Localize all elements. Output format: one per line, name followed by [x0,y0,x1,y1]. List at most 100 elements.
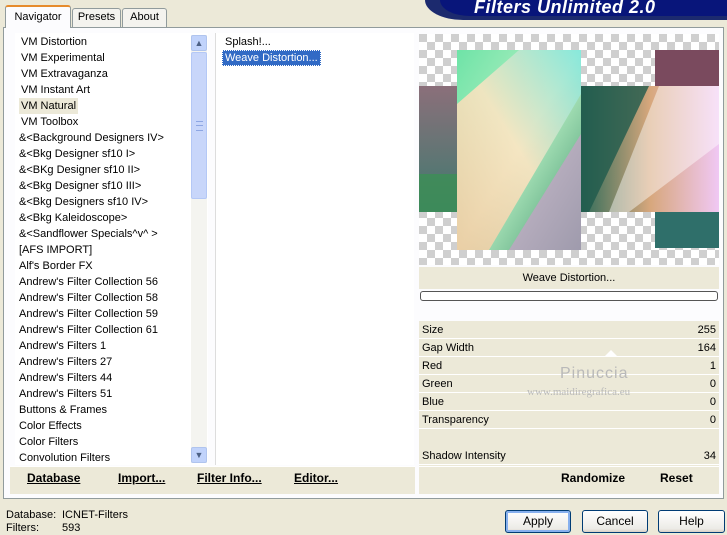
category-label: Color Effects [19,420,82,432]
category-item[interactable]: Alf's Border FX [15,258,208,274]
category-label: Andrew's Filter Collection 59 [19,308,159,320]
param-label: Red [422,360,443,372]
category-item[interactable]: &<Sandflower Specials^v^ > [15,226,208,242]
category-item[interactable]: [AFS IMPORT] [15,242,208,258]
category-item[interactable]: VM Natural [15,98,208,114]
database-info-value: ICNET-Filters [62,509,128,521]
category-item[interactable]: Color Effects [15,418,208,434]
category-item[interactable]: Andrew's Filter Collection 61 [15,322,208,338]
filter-list[interactable]: Splash!... Weave Distortion... [215,33,414,465]
param-label: Gap Width [422,342,474,354]
category-item[interactable]: Andrew's Filters 51 [15,386,208,402]
slider-arrow-icon [604,350,618,357]
apply-button[interactable]: Apply [505,510,571,533]
category-label: Andrew's Filter Collection 61 [19,324,159,336]
category-item[interactable]: &<BKg Designer sf10 II> [15,162,208,178]
category-label: [AFS IMPORT] [19,244,93,256]
param-value[interactable]: 0 [710,375,716,393]
category-item[interactable]: Color Filters [15,434,208,450]
category-list[interactable]: VM Distortion VM Experimental VM Extravaga… [15,33,208,465]
category-label: Andrew's Filters 27 [19,356,113,368]
param-label: Green [422,378,453,390]
category-label: Color Filters [19,436,79,448]
tab-presets[interactable]: Presets [72,8,121,27]
database-info-label: Database: [6,509,57,521]
category-item[interactable]: &<Bkg Designer sf10 III> [15,178,208,194]
param-row[interactable]: Transparency 0 [419,411,719,429]
category-item[interactable]: Andrew's Filter Collection 58 [15,290,208,306]
category-item[interactable]: VM Toolbox [15,114,208,130]
progress-bar [420,291,718,301]
category-label: Alf's Border FX [19,260,93,272]
reset-button[interactable]: Reset [660,471,693,485]
category-label: &<Bkg Kaleidoscope> [19,212,128,224]
param-label: Transparency [422,414,489,426]
category-label: VM Extravaganza [21,68,108,80]
database-button[interactable]: Database [27,471,80,485]
param-value[interactable]: 255 [698,321,716,339]
category-label: &<Background Designers IV> [19,132,164,144]
category-item[interactable]: Andrew's Filters 27 [15,354,208,370]
param-label: Size [422,324,444,336]
filter-item[interactable]: Splash!... [216,34,414,50]
param-value[interactable]: 164 [698,339,716,357]
param-value[interactable]: 1 [710,357,716,375]
randomize-button[interactable]: Randomize [561,471,625,485]
tab-about[interactable]: About [122,8,167,27]
category-label: VM Instant Art [21,84,91,96]
param-row[interactable]: Gap Width 164 [419,339,719,357]
category-item[interactable]: Convolution Filters [15,450,208,465]
preview-svg [419,34,719,265]
category-label: &<Bkg Designer sf10 III> [19,180,142,192]
scrollbar-thumb[interactable] [191,52,207,199]
category-label: Andrew's Filter Collection 58 [19,292,159,304]
category-label: &<Sandflower Specials^v^ > [19,228,158,240]
cancel-button[interactable]: Cancel [582,510,648,533]
category-item[interactable]: &<Bkg Kaleidoscope> [15,210,208,226]
param-row[interactable]: Size 255 [419,321,719,339]
preview-filter-name: Weave Distortion... [419,267,719,289]
editor-label: Editor... [294,471,339,485]
category-item[interactable]: &<Bkg Designers sf10 IV> [15,194,208,210]
category-item[interactable]: VM Experimental [15,50,208,66]
editor-button[interactable]: Editor... [294,471,338,485]
category-item[interactable]: Andrew's Filters 1 [15,338,208,354]
category-label: Convolution Filters [19,452,111,464]
param-value[interactable]: 0 [710,393,716,411]
category-item[interactable]: VM Distortion [15,34,208,50]
watermark-site: www.maidiregrafica.eu [527,386,631,398]
category-item[interactable]: &<Background Designers IV> [15,130,208,146]
watermark-name: Pinuccia [560,365,629,382]
tab-navigator[interactable]: Navigator [5,5,71,28]
import-button[interactable]: Import... [118,471,165,485]
category-item[interactable]: Andrew's Filters 44 [15,370,208,386]
category-scrollbar[interactable]: ▲ ▼ [191,35,207,463]
category-label: Andrew's Filters 44 [19,372,113,384]
category-item[interactable]: Andrew's Filter Collection 59 [15,306,208,322]
category-item[interactable]: VM Instant Art [15,82,208,98]
param-value[interactable]: 0 [710,411,716,429]
category-label: &<Bkg Designers sf10 IV> [19,196,149,208]
filters-count-value: 593 [62,522,81,534]
import-label: Import... [118,471,166,485]
category-item[interactable]: VM Extravaganza [15,66,208,82]
category-item[interactable]: &<Bkg Designer sf10 I> [15,146,208,162]
category-label: &<Bkg Designer sf10 I> [19,148,136,160]
filter-info-button[interactable]: Filter Info... [197,471,262,485]
database-label: Database [27,471,81,485]
category-label: VM Natural [19,98,79,114]
chevron-down-icon[interactable]: ▼ [191,447,207,463]
param-label: Shadow Intensity [422,450,506,462]
category-item[interactable]: Andrew's Filter Collection 56 [15,274,208,290]
grip-icon [196,121,203,131]
param-label: Blue [422,396,445,408]
param-value[interactable]: 34 [704,447,716,465]
chevron-up-icon[interactable]: ▲ [191,35,207,51]
preview-image [419,34,719,265]
filter-item[interactable]: Weave Distortion... [216,50,414,66]
category-item[interactable]: Buttons & Frames [15,402,208,418]
param-row[interactable]: Shadow Intensity 34 [419,447,719,465]
banner-title: Filters Unlimited 2.0 [474,0,656,17]
category-label: Andrew's Filter Collection 56 [19,276,159,288]
help-button[interactable]: Help [658,510,725,533]
